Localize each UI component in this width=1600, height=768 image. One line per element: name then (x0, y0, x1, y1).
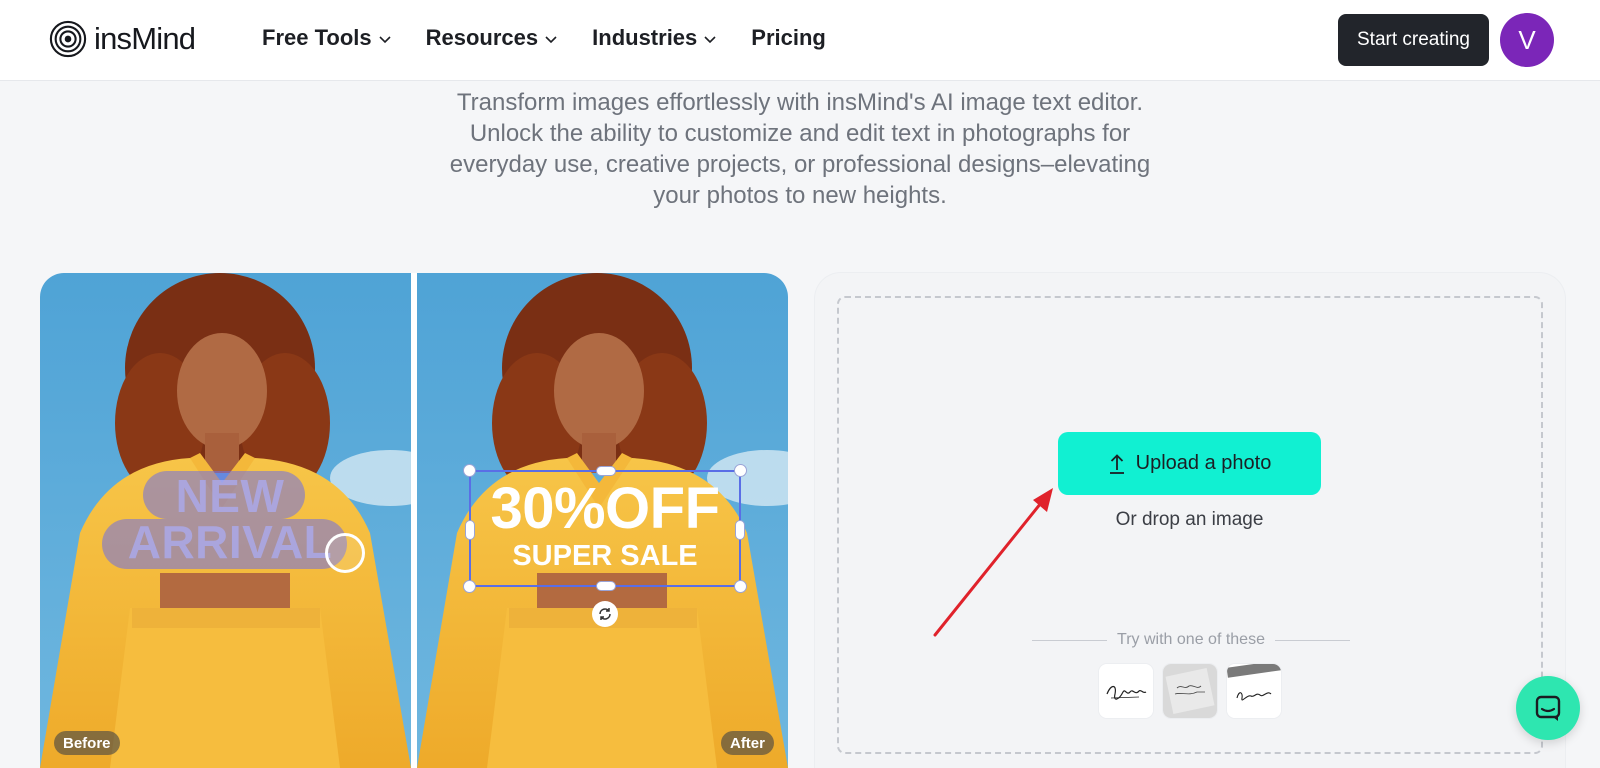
intro-line: everyday use, creative projects, or prof… (449, 151, 1151, 178)
brand-logo[interactable]: insMind (49, 20, 196, 58)
after-badge: After (720, 731, 774, 755)
nav-pricing[interactable]: Pricing (751, 24, 826, 52)
nav-resources[interactable]: Resources (426, 24, 559, 52)
resize-handle-top-left[interactable] (463, 464, 476, 477)
edited-text-headline: 30%OFF (490, 476, 720, 541)
sample-divider: Try with one of these (1032, 631, 1351, 649)
rotate-icon (599, 608, 611, 620)
nav-resources-label: Resources (425, 25, 539, 50)
rotate-handle[interactable] (592, 601, 618, 627)
before-panel: NEW ARRIVAL Before (40, 273, 411, 768)
support-chat-button[interactable] (1516, 676, 1580, 740)
resize-handle-bottom[interactable] (596, 581, 616, 591)
before-after-showcase: NEW ARRIVAL Before 30%OFF SUPER SALE Aft… (40, 273, 788, 768)
handwriting-sample-thumbnail (1227, 664, 1281, 718)
intro-line: Transform images effortlessly with insMi… (456, 89, 1144, 116)
resize-handle-top-right[interactable] (734, 464, 747, 477)
nav-pricing-label: Pricing (751, 25, 826, 50)
resize-handle-right[interactable] (735, 520, 745, 540)
nav-industries[interactable]: Industries (592, 24, 717, 52)
divider-line (1032, 639, 1108, 641)
after-panel: 30%OFF SUPER SALE After (417, 273, 788, 768)
sample-images (1099, 664, 1281, 718)
before-badge: Before (54, 731, 120, 755)
handwriting-sample-thumbnail (1099, 664, 1153, 718)
upload-photo-label: Upload a photo (1135, 452, 1272, 474)
user-avatar[interactable]: V (1500, 13, 1554, 67)
sample-image-3[interactable] (1227, 664, 1281, 718)
intro-line: Unlock the ability to customize and edit… (469, 120, 1131, 147)
start-creating-button[interactable]: Start creating (1338, 14, 1489, 66)
try-samples-label: Try with one of these (1117, 631, 1265, 648)
brush-cursor (325, 533, 365, 573)
nav-free-tools-label: Free Tools (262, 25, 372, 50)
original-text-line: NEW (175, 470, 285, 522)
edited-text-subline: SUPER SALE (512, 540, 698, 572)
chevron-down-icon (379, 36, 391, 44)
upload-icon (1109, 453, 1124, 474)
handwriting-sample-thumbnail (1163, 664, 1217, 718)
chevron-down-icon (545, 36, 557, 44)
original-text-overlay: NEW ARRIVAL (100, 473, 360, 565)
brand-name: insMind (94, 21, 196, 56)
insmind-logo-icon (49, 20, 87, 58)
annotation-arrow (933, 488, 1053, 637)
top-nav-bar: insMind Free Tools Resources Industries … (0, 0, 1600, 81)
resize-handle-left[interactable] (465, 520, 475, 540)
nav-free-tools[interactable]: Free Tools (262, 24, 392, 52)
sample-image-1[interactable] (1099, 664, 1153, 718)
chat-icon (1535, 695, 1561, 721)
drop-image-hint: Or drop an image (1115, 509, 1264, 530)
sample-image-2[interactable] (1163, 664, 1217, 718)
text-selection-box[interactable]: 30%OFF SUPER SALE (463, 464, 747, 593)
intro-line: your photos to new heights. (653, 182, 947, 209)
divider-line (1274, 639, 1351, 641)
nav-industries-label: Industries (592, 25, 698, 50)
resize-handle-bottom-right[interactable] (734, 580, 747, 593)
resize-handle-top[interactable] (596, 466, 616, 476)
resize-handle-bottom-left[interactable] (463, 580, 476, 593)
upload-photo-button[interactable]: Upload a photo (1058, 432, 1321, 495)
intro-description: Transform images effortlessly with insMi… (400, 87, 1200, 211)
chevron-down-icon (704, 36, 716, 44)
main-nav: Free Tools Resources Industries Pricing (262, 24, 860, 52)
original-text-line: ARRIVAL (127, 516, 333, 568)
